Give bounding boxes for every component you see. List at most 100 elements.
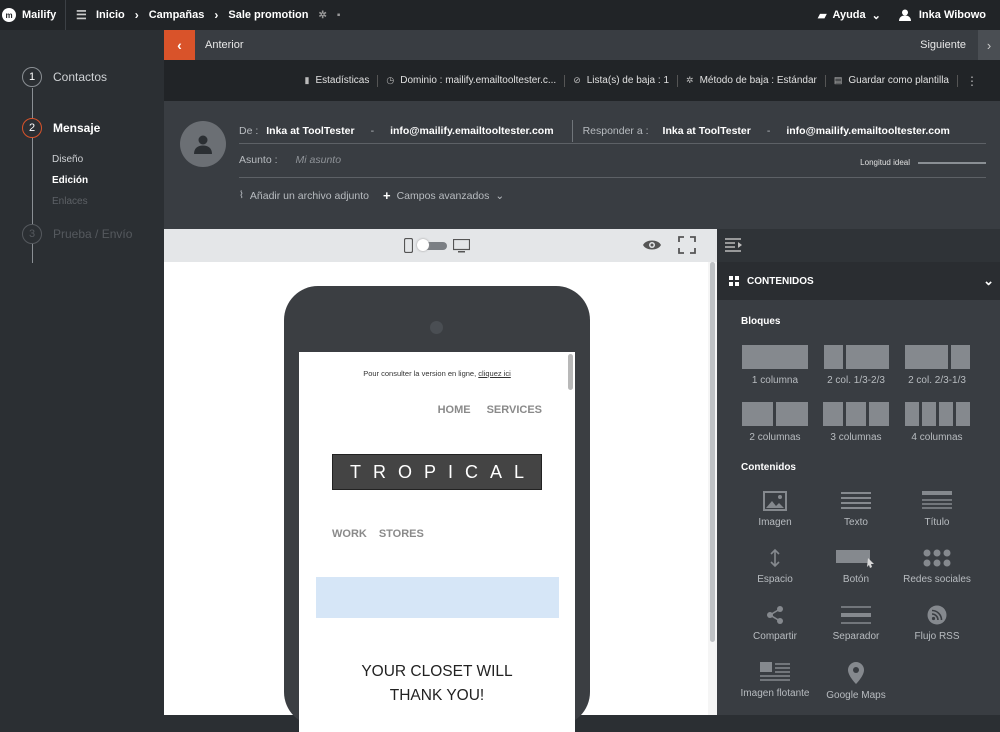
share-icon — [767, 606, 783, 624]
block-2col-1-3-2-3[interactable]: 2 col. 1/3-2/3 — [816, 345, 896, 386]
device-switch[interactable] — [417, 238, 447, 251]
save-template-tool[interactable]: ▤ Guardar como plantilla — [834, 75, 949, 86]
logo-icon: m — [2, 8, 16, 22]
next-button[interactable]: › — [978, 30, 1000, 60]
domain-tool[interactable]: ◷ Dominio : mailify.emailtooltester.c... — [386, 75, 556, 86]
user-icon — [194, 135, 212, 154]
block-4-columns[interactable]: 4 columnas — [897, 402, 977, 443]
text-icon — [841, 492, 871, 509]
content-social[interactable]: Redes sociales — [897, 548, 977, 585]
content-label: Separador — [832, 631, 880, 642]
chevron-down-icon: ⌄ — [983, 273, 994, 288]
block-2col-2-3-1-3[interactable]: 2 col. 2/3-1/3 — [897, 345, 977, 386]
block-3-columns[interactable]: 3 columnas — [816, 402, 896, 443]
email-nav-item[interactable]: STORES — [379, 528, 424, 540]
substep-edit[interactable]: Edición — [52, 175, 88, 186]
online-version-link[interactable]: cliquez ici — [478, 369, 511, 378]
stats-tool[interactable]: ▮ Estadísticas — [304, 75, 369, 86]
breadcrumb-campaigns[interactable]: Campañas — [149, 9, 205, 21]
layout-icon — [904, 402, 970, 426]
content-label: Título — [924, 517, 950, 528]
reply-name[interactable]: Inka at ToolTester — [663, 125, 751, 137]
email-nav-item[interactable]: SERVICES — [487, 404, 542, 416]
step-number: 1 — [22, 67, 42, 87]
menu-icon[interactable]: ☰ — [76, 8, 87, 22]
email-nav-item[interactable]: HOME — [438, 404, 471, 416]
email-nav-item[interactable]: WORK — [332, 528, 367, 540]
from-name[interactable]: Inka at ToolTester — [266, 125, 354, 137]
previous-label[interactable]: Anterior — [195, 39, 244, 51]
brand-logo[interactable]: TROPICAL — [332, 454, 542, 490]
step-contacts[interactable]: 1 Contactos — [22, 67, 107, 87]
headline-line: YOUR CLOSET WILL — [361, 663, 513, 680]
block-label: 1 columna — [751, 375, 799, 386]
desktop-icon[interactable] — [453, 238, 470, 253]
map-pin-icon — [848, 662, 864, 684]
device-toggle[interactable] — [404, 238, 470, 253]
content-rss[interactable]: Flujo RSS — [897, 605, 977, 642]
divider — [677, 74, 679, 87]
advanced-fields-button[interactable]: + Campos avanzados ⌄ — [383, 188, 504, 203]
content-title[interactable]: Título — [897, 491, 977, 528]
switch-knob — [417, 238, 429, 251]
step-message[interactable]: 2 Mensaje — [22, 118, 100, 138]
content-button[interactable]: Botón — [816, 548, 896, 585]
tools-bar: ▮ Estadísticas ◷ Dominio : mailify.email… — [164, 60, 1000, 101]
fullscreen-icon[interactable] — [678, 236, 696, 254]
content-share[interactable]: Compartir — [735, 605, 815, 642]
subject-input[interactable]: Mi asunto — [296, 154, 342, 166]
gear-icon[interactable]: ✲ — [318, 10, 326, 21]
divider — [564, 74, 566, 87]
help-menu[interactable]: ▰ Ayuda ⌄ — [818, 9, 881, 22]
contents-header[interactable]: CONTENIDOS ⌄ — [717, 262, 1000, 300]
substep-design[interactable]: Diseño — [52, 154, 83, 165]
unsub-method-tool[interactable]: ✲ Método de baja : Estándar — [686, 75, 817, 86]
step-number: 3 — [22, 224, 42, 244]
banner-image[interactable] — [316, 577, 559, 618]
breadcrumb-home[interactable]: Inicio — [96, 9, 125, 21]
block-2-columns[interactable]: 2 columnas — [735, 402, 815, 443]
divider — [377, 74, 379, 87]
layout-icon — [742, 402, 808, 426]
collapse-panel-icon[interactable] — [725, 238, 743, 252]
back-button[interactable]: ‹ — [164, 30, 195, 60]
next-label[interactable]: Siguiente — [920, 39, 978, 51]
divider — [571, 120, 573, 142]
social-icon — [923, 549, 951, 567]
ban-icon: ⊘ — [573, 75, 581, 85]
advanced-label: Campos avanzados — [396, 189, 490, 202]
save-template-label: Guardar como plantilla — [848, 75, 949, 86]
content-spacer[interactable]: Espacio — [735, 548, 815, 585]
user-menu[interactable]: Inka Wibowo — [898, 9, 986, 21]
content-label: Botón — [842, 574, 870, 585]
phone-preview: Pour consulter la version en ligne, cliq… — [284, 286, 590, 732]
content-label: Google Maps — [826, 690, 886, 701]
content-image[interactable]: Imagen — [735, 491, 815, 528]
user-name: Inka Wibowo — [918, 9, 986, 21]
eye-icon[interactable] — [642, 238, 662, 252]
reply-email[interactable]: info@mailify.emailtooltester.com — [786, 125, 950, 137]
top-bar: m Mailify ☰ Inicio › Campañas › Sale pro… — [0, 0, 1000, 30]
scrollbar-thumb[interactable] — [710, 262, 715, 642]
from-email[interactable]: info@mailify.emailtooltester.com — [390, 125, 554, 137]
logo[interactable]: m Mailify — [0, 0, 66, 30]
substep-links: Enlaces — [52, 196, 88, 207]
save-icon[interactable]: ▪ — [337, 10, 341, 21]
content-google-maps[interactable]: Google Maps — [816, 662, 896, 701]
content-separator[interactable]: Separador — [816, 605, 896, 642]
mobile-icon[interactable] — [404, 238, 413, 253]
email-preview[interactable]: Pour consulter la version en ligne, cliq… — [299, 352, 575, 732]
email-headline[interactable]: YOUR CLOSET WILL THANK YOU! — [299, 660, 575, 708]
block-label: 2 columnas — [749, 432, 801, 443]
content-text[interactable]: Texto — [816, 491, 896, 528]
content-floating-image[interactable]: Imagen flotante — [735, 662, 815, 699]
chevron-down-icon: ⌄ — [495, 189, 505, 202]
gear-icon: ✲ — [686, 75, 694, 85]
more-icon[interactable]: ⋮ — [966, 74, 978, 88]
block-1-column[interactable]: 1 columna — [735, 345, 815, 386]
phone-camera — [430, 321, 443, 334]
unsub-list-tool[interactable]: ⊘ Lista(s) de baja : 1 — [573, 75, 669, 86]
divider — [239, 143, 986, 144]
avatar[interactable] — [180, 121, 226, 167]
attach-button[interactable]: ⌇ Añadir un archivo adjunto — [239, 190, 369, 202]
